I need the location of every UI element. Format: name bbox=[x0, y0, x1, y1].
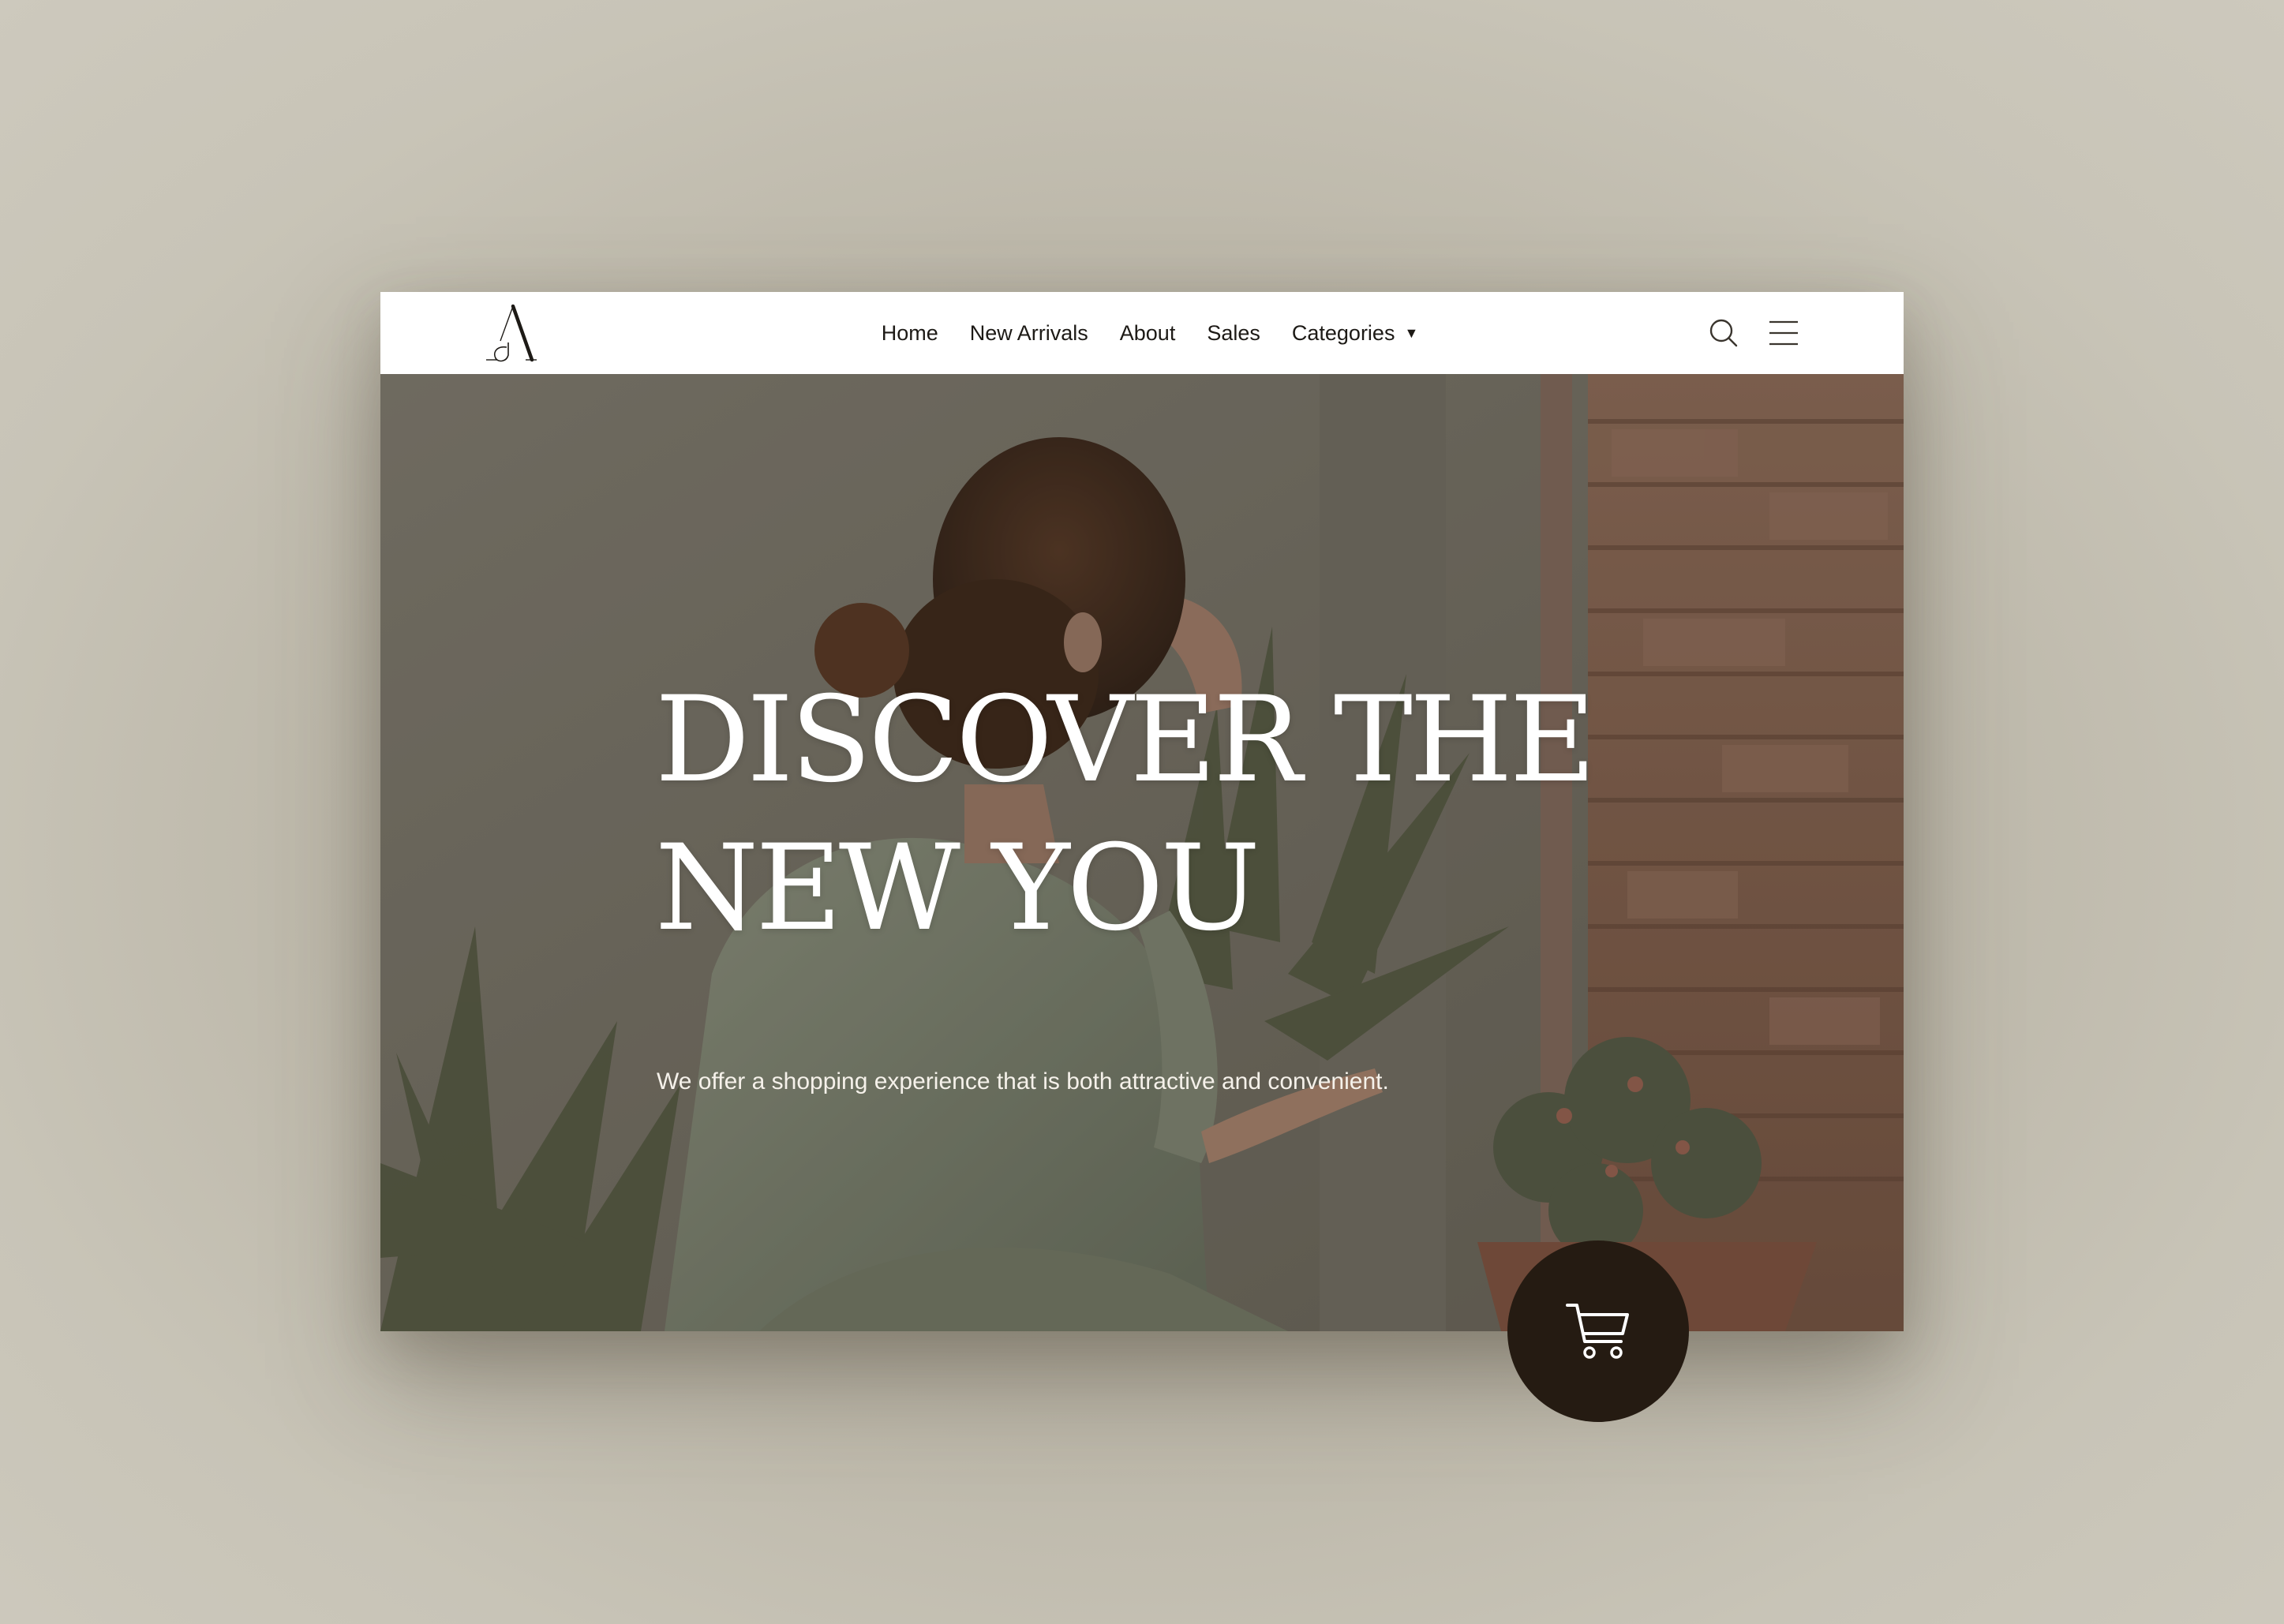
search-button[interactable] bbox=[1706, 316, 1741, 350]
hero-title-line-2: NEW YOU bbox=[655, 820, 1260, 957]
dropdown-caret-icon: ▼ bbox=[1404, 324, 1419, 341]
hero-section: DISCOVER THE NEW YOU We offer a shopping… bbox=[380, 374, 1904, 1331]
cart-button[interactable] bbox=[1507, 1240, 1689, 1422]
nav-sales[interactable]: Sales bbox=[1207, 321, 1260, 346]
hero-title-line-1: DISCOVER THE bbox=[655, 672, 1596, 809]
shopping-cart-icon bbox=[1566, 1304, 1629, 1359]
nav-categories[interactable]: Categories ▼ bbox=[1292, 321, 1418, 346]
nav-new-arrivals[interactable]: New Arrivals bbox=[970, 321, 1088, 346]
main-navigation: Home New Arrivals About Sales Categories… bbox=[380, 292, 1904, 374]
navbar: Home New Arrivals About Sales Categories… bbox=[380, 292, 1904, 374]
website-window: Home New Arrivals About Sales Categories… bbox=[380, 292, 1904, 1331]
search-icon bbox=[1709, 319, 1738, 347]
hero-subtitle: We offer a shopping experience that is b… bbox=[657, 1068, 1389, 1095]
nav-home[interactable]: Home bbox=[882, 321, 938, 346]
nav-about[interactable]: About bbox=[1120, 321, 1176, 346]
nav-categories-label: Categories bbox=[1291, 320, 1395, 345]
hero-title: DISCOVER THE NEW YOU bbox=[655, 666, 1681, 963]
menu-button[interactable] bbox=[1766, 316, 1801, 350]
hamburger-menu-icon bbox=[1769, 320, 1798, 346]
